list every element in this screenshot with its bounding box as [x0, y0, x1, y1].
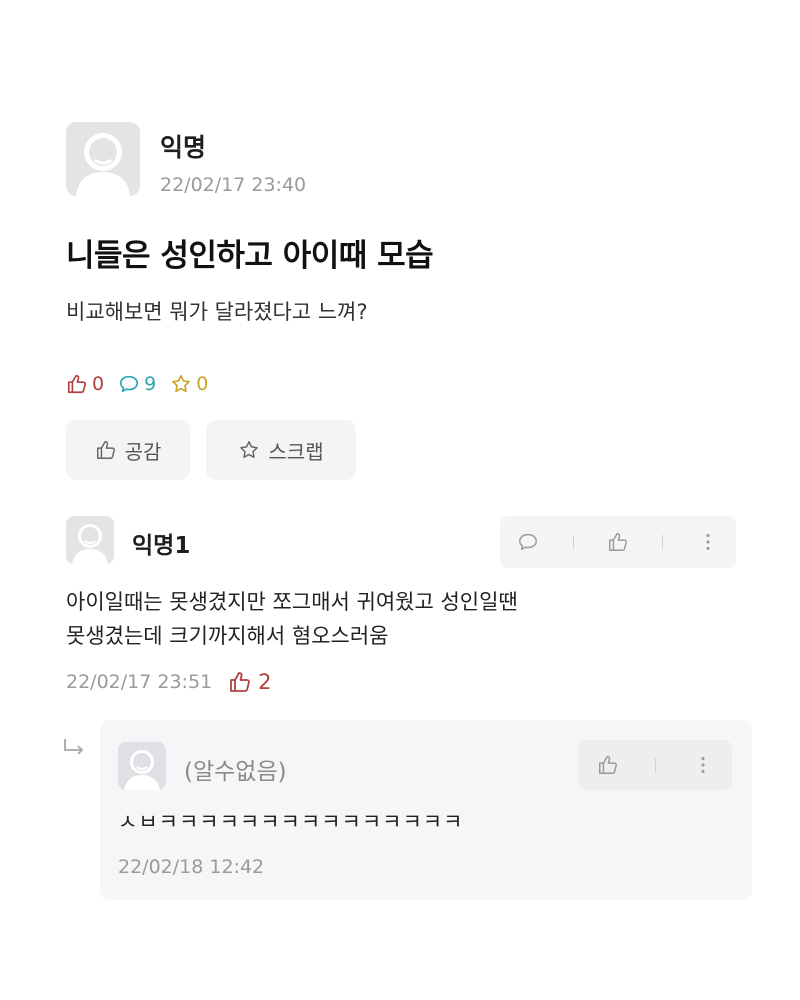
reply-action-bar — [578, 740, 732, 790]
comment-text-line: 아이일때는 못생겼지만 쪼그매서 귀여웠고 성인일땐 — [66, 590, 518, 614]
default-user-icon — [124, 750, 160, 790]
reply-date: 22/02/18 12:42 — [118, 856, 265, 878]
comment-count: 9 — [118, 373, 156, 395]
speech-bubble-icon — [519, 533, 538, 551]
comment-count-value: 9 — [144, 373, 157, 395]
reply-more-button[interactable] — [691, 753, 715, 777]
default-user-icon — [76, 133, 130, 196]
reply-author-name: (알수없음) — [184, 759, 287, 785]
thumbs-up-icon — [96, 441, 115, 459]
reply-card: (알수없음) ㅅㅂㅋㅋㅋㅋㅋㅋㅋㅋㅋㅋㅋㅋㅋㅋㅋ 22/02/18 12:42 — [100, 720, 752, 900]
speech-bubble-icon — [120, 375, 139, 393]
like-count: 0 — [66, 373, 104, 395]
vertical-dots-icon — [706, 534, 710, 550]
post-author-avatar — [66, 122, 140, 196]
default-user-icon — [72, 524, 108, 564]
action-divider — [662, 535, 664, 549]
scrap-button[interactable]: 스크랩 — [206, 420, 356, 480]
like-button-label: 공감 — [124, 439, 162, 464]
scrap-count-value: 0 — [196, 373, 209, 395]
action-divider — [572, 535, 574, 549]
comment-date: 22/02/17 23:51 — [66, 671, 213, 693]
comment-more-button[interactable] — [696, 530, 720, 554]
thumbs-up-icon — [67, 374, 87, 394]
comment-meta: 22/02/17 23:51 2 — [66, 670, 272, 694]
thumbs-up-icon — [598, 756, 617, 774]
comment-author-avatar — [66, 516, 114, 564]
reply-text: ㅅㅂㅋㅋㅋㅋㅋㅋㅋㅋㅋㅋㅋㅋㅋㅋㅋ — [118, 810, 464, 834]
reply-arrow-icon — [64, 739, 84, 755]
reply-comment-button[interactable] — [516, 530, 540, 554]
like-count-value: 0 — [92, 373, 105, 395]
scrap-button-label: 스크랩 — [268, 439, 324, 464]
thumbs-up-icon — [608, 533, 627, 551]
reply-like-button[interactable] — [596, 753, 620, 777]
vertical-dots-icon — [700, 757, 705, 773]
scrap-count: 0 — [170, 373, 208, 395]
post-body: 비교해보면 뭐가 달라졌다고 느껴? — [66, 300, 368, 324]
like-button[interactable]: 공감 — [66, 420, 190, 480]
comment-action-bar — [500, 516, 736, 568]
comment-like-count: 2 — [228, 670, 272, 694]
comment-text-line: 못생겼는데 크기까지해서 혐오스러움 — [66, 624, 389, 648]
reply-author-avatar — [118, 742, 166, 790]
star-icon — [172, 374, 191, 393]
action-divider — [654, 758, 656, 772]
comment-author-name: 익명1 — [132, 533, 191, 559]
star-icon — [240, 441, 259, 458]
post-stats: 0 9 0 — [66, 370, 222, 398]
post-title: 니들은 성인하고 아이때 모습 — [66, 238, 434, 274]
thumbs-up-icon — [230, 672, 250, 692]
comment-like-count-value: 2 — [258, 670, 272, 694]
comment-like-button[interactable] — [606, 530, 630, 554]
post-date: 22/02/17 23:40 — [160, 174, 307, 196]
comment-text: 아이일때는 못생겼지만 쪼그매서 귀여웠고 성인일땐 못생겼는데 크기까지해서 … — [66, 585, 706, 653]
post-author-name: 익명 — [160, 133, 207, 162]
